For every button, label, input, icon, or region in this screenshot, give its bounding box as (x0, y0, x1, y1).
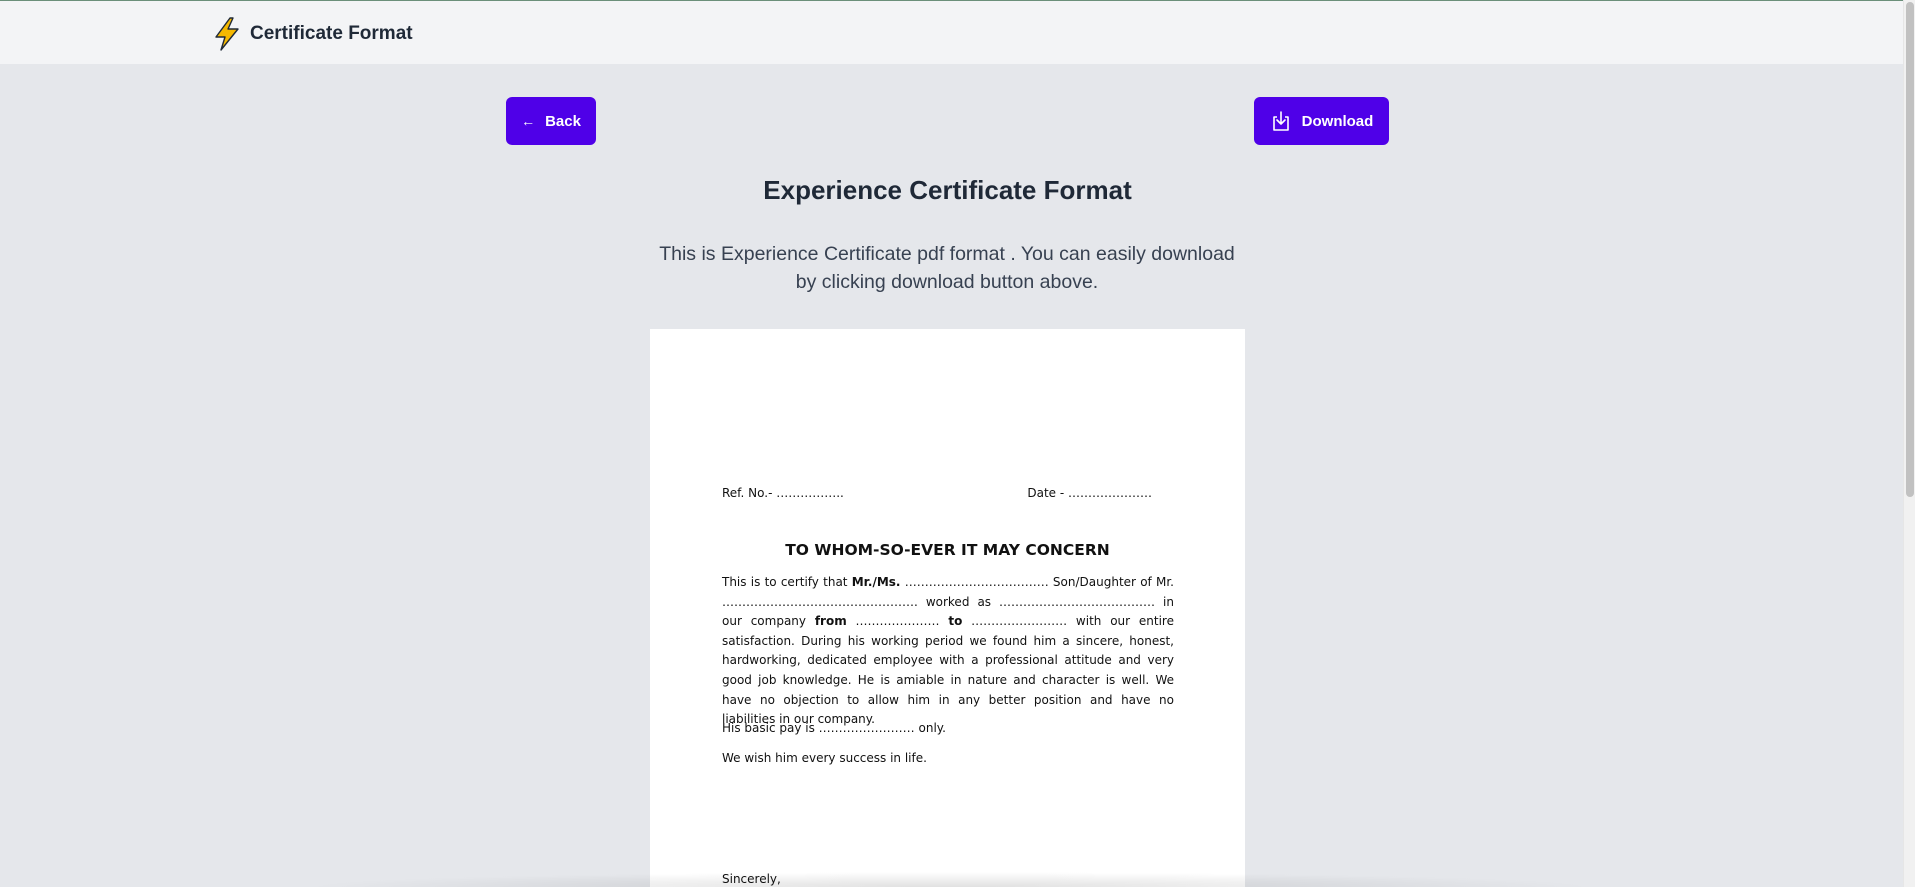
back-button-label: Back (545, 112, 581, 130)
body-text-1: This is to certify that (722, 575, 852, 589)
download-button[interactable]: Download (1254, 97, 1389, 145)
brand[interactable]: Certificate Format (212, 17, 413, 51)
body-to: to (948, 614, 963, 629)
closing-text: Sincerely, (722, 872, 781, 886)
body-mr-ms: Mr./Ms. (851, 575, 901, 589)
top-navbar: Certificate Format (0, 0, 1903, 65)
scrollbar-thumb[interactable] (1906, 2, 1914, 497)
certificate-body: This is to certify that Mr./Ms. ……………………… (722, 573, 1174, 730)
wish-line: We wish him every success in life. (722, 751, 927, 765)
back-button[interactable]: ← Back (506, 97, 596, 145)
download-button-label: Download (1301, 112, 1374, 130)
lightning-bolt-icon (215, 17, 239, 51)
body-from: from (814, 614, 847, 629)
ref-number: Ref. No.- …………….. (722, 486, 844, 500)
ref-date-line: Ref. No.- …………….. Date - ………………… (722, 486, 1152, 500)
date-field: Date - ………………… (1027, 486, 1152, 500)
page-title: Experience Certificate Format (763, 175, 1132, 205)
certificate-preview: Ref. No.- …………….. Date - ………………… TO WHOM… (650, 329, 1245, 887)
body-text-4: …………………… with our entire satisfaction. D… (722, 614, 1174, 727)
arrow-left-icon: ← (521, 113, 536, 129)
certificate-heading: TO WHOM-SO-EVER IT MAY CONCERN (785, 541, 1110, 559)
body-text-3: ………………… (846, 614, 949, 629)
basic-pay-line: His basic pay is …………………… only. (722, 721, 946, 735)
page-description: This is Experience Certificate pdf forma… (659, 243, 1235, 293)
vertical-scrollbar[interactable] (1903, 0, 1915, 887)
brand-name: Certificate Format (250, 23, 413, 44)
download-icon (1272, 111, 1289, 131)
